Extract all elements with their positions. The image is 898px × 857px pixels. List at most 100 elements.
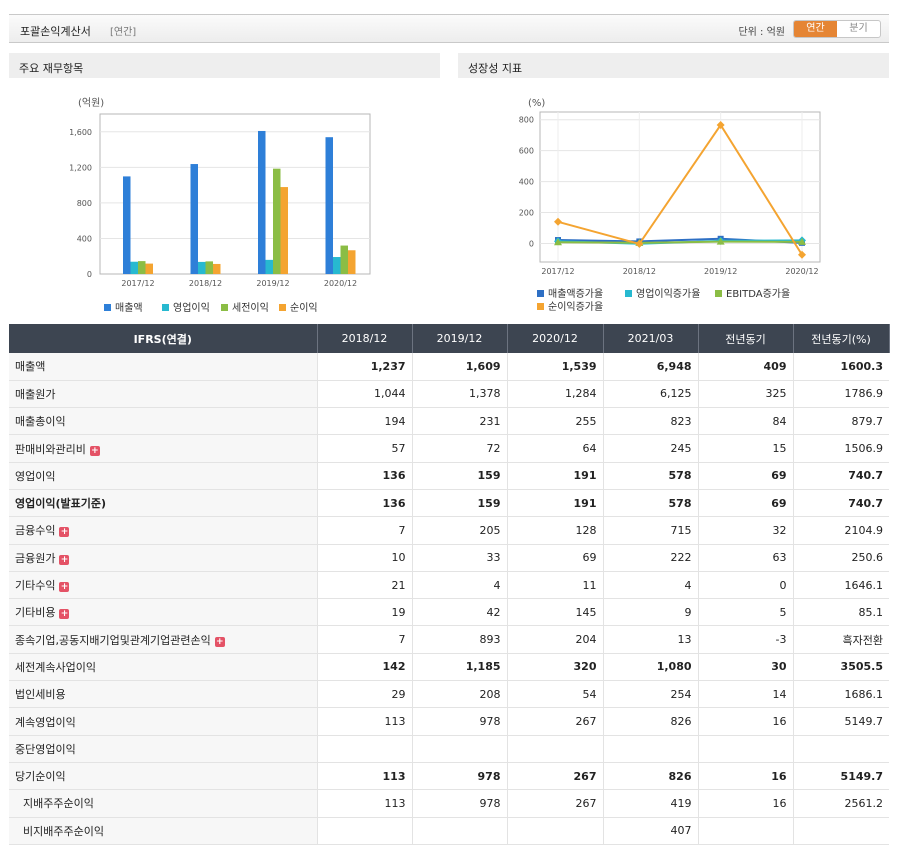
bar xyxy=(273,168,281,274)
table-cell: 15 xyxy=(698,434,794,463)
table-cell: 159 xyxy=(412,489,508,518)
table-cell: 1646.1 xyxy=(793,571,889,600)
quarter-button[interactable]: 분기 xyxy=(837,21,880,37)
table-cell: 16 xyxy=(698,789,794,818)
unit-label: 단위 : 억원 xyxy=(738,27,785,38)
row-label: 영업이익(발표기준) xyxy=(9,489,318,518)
right-panel-header: 성장성 지표 xyxy=(458,53,889,78)
bar xyxy=(258,130,266,274)
legend-label: 매출액 xyxy=(115,303,143,314)
table-cell: 320 xyxy=(507,653,604,682)
legend-item: 순이익증가율 xyxy=(537,298,603,313)
table-row: 중단영업이익 xyxy=(9,735,889,763)
table-cell: 30 xyxy=(698,653,794,682)
table-cell xyxy=(317,735,413,763)
legend-label: 순이익 xyxy=(290,303,318,314)
table-cell: 1,044 xyxy=(317,380,413,409)
table-cell: 978 xyxy=(412,789,508,818)
table-row: 금융수익 +7 205 128 715 32 2104.9 xyxy=(9,516,889,545)
row-label-text: 금융수익 xyxy=(15,524,56,538)
annual-button[interactable]: 연간 xyxy=(794,21,837,37)
table-row: 세전계속사업이익 142 1,185 320 1,080 30 3505.5 xyxy=(9,653,889,682)
x-tick-label: 2020/12 xyxy=(785,267,818,276)
table-cell xyxy=(317,817,413,845)
table-row: 종속기업,공동지배기업및관계기업관련손익 +7 893 204 13 -3 흑자전환 xyxy=(9,625,889,654)
table-cell: 69 xyxy=(698,489,794,518)
table-cell: 231 xyxy=(412,407,508,436)
statement-header: 포괄손익계산서 [연간] 단위 : 억원 연간 분기 xyxy=(9,14,889,43)
y-tick-label: 600 xyxy=(519,147,534,156)
legend-swatch xyxy=(537,303,544,310)
table-cell xyxy=(698,735,794,763)
table-cell: 흑자전환 xyxy=(793,625,889,654)
table-cell: 255 xyxy=(507,407,604,436)
table-cell: 128 xyxy=(507,516,604,545)
row-label: 중단영업이익 xyxy=(9,735,318,763)
x-tick-label: 2019/12 xyxy=(704,267,737,276)
table-cell: 1,609 xyxy=(412,353,508,381)
table-row: 매출원가 1,044 1,378 1,284 6,125 325 1786.9 xyxy=(9,380,889,409)
table-row: 금융원가 +10 33 69 222 63 250.6 xyxy=(9,544,889,572)
expand-icon[interactable]: + xyxy=(59,609,70,620)
table-cell: 1,080 xyxy=(603,653,699,682)
table-cell: 84 xyxy=(698,407,794,436)
x-tick-label: 2017/12 xyxy=(121,279,154,288)
table-cell xyxy=(507,735,604,763)
y-tick-label: 800 xyxy=(519,116,534,125)
x-tick-label: 2017/12 xyxy=(541,267,574,276)
table-cell: 204 xyxy=(507,625,604,654)
row-label: 기타수익 + xyxy=(9,571,318,600)
legend-item: 세전이익 xyxy=(221,299,269,314)
x-tick-label: 2020/12 xyxy=(324,279,357,288)
legend-swatch xyxy=(279,304,286,311)
row-label-text: 종속기업,공동지배기업및관계기업관련손익 xyxy=(15,633,211,647)
expand-icon[interactable]: + xyxy=(214,636,225,647)
expand-icon[interactable]: + xyxy=(89,445,100,456)
column-header: 전년동기 xyxy=(698,324,794,353)
legend-item: EBITDA증가율 xyxy=(715,285,790,300)
table-header-row: IFRS(연결) 2018/12 2019/12 2020/12 2021/03 전년동기… xyxy=(9,324,890,353)
table-cell: 879.7 xyxy=(793,407,889,436)
column-header: 2021/03 xyxy=(603,324,699,353)
y-tick-label: 800 xyxy=(77,199,92,208)
table-cell: 6,125 xyxy=(603,380,699,409)
table-cell: 64 xyxy=(507,434,604,463)
table-cell: 113 xyxy=(317,762,413,791)
table-cell: 69 xyxy=(698,462,794,490)
table-cell: 978 xyxy=(412,707,508,736)
table-cell: 254 xyxy=(603,680,699,709)
table-row: 당기순이익 113 978 267 826 16 5149.7 xyxy=(9,762,889,791)
row-label-text: 판매비와관리비 xyxy=(15,442,86,456)
table-cell: 1,237 xyxy=(317,353,413,381)
table-cell: 0 xyxy=(698,571,794,600)
table-cell: 145 xyxy=(507,598,604,627)
table-cell: 267 xyxy=(507,789,604,818)
bar xyxy=(123,176,131,274)
table-cell: 142 xyxy=(317,653,413,682)
row-label-text: 당기순이익 xyxy=(15,770,66,784)
bar xyxy=(325,137,333,274)
table-cell: 823 xyxy=(603,407,699,436)
table-cell: 740.7 xyxy=(793,489,889,518)
table-cell: 1600.3 xyxy=(793,353,889,381)
table-cell: 63 xyxy=(698,544,794,572)
row-label: 세전계속사업이익 xyxy=(9,653,318,682)
table-cell: 419 xyxy=(603,789,699,818)
column-header: IFRS(연결) xyxy=(9,324,318,353)
table-cell: 2104.9 xyxy=(793,516,889,545)
table-cell: 57 xyxy=(317,434,413,463)
table-cell: 136 xyxy=(317,462,413,490)
table-cell: 407 xyxy=(603,817,699,845)
y-tick-label: 400 xyxy=(519,178,534,187)
expand-icon[interactable]: + xyxy=(59,527,70,538)
legend-swatch xyxy=(104,304,111,311)
table-cell: 2561.2 xyxy=(793,789,889,818)
table-row: 법인세비용 29 208 54 254 14 1686.1 xyxy=(9,680,889,709)
expand-icon[interactable]: + xyxy=(59,554,70,565)
left-panel-title: 주요 재무항목 xyxy=(19,62,84,75)
expand-icon[interactable]: + xyxy=(59,582,70,593)
table-cell: 85.1 xyxy=(793,598,889,627)
row-label-text: 계속영업이익 xyxy=(15,715,76,729)
bar xyxy=(190,164,198,274)
table-cell: 1786.9 xyxy=(793,380,889,409)
